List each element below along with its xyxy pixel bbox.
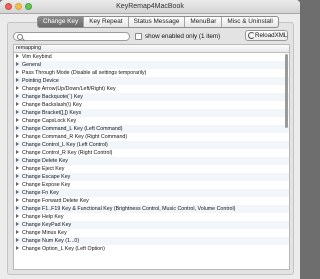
disclosure-triangle-icon[interactable] [16, 126, 19, 130]
disclosure-triangle-icon[interactable] [16, 142, 19, 146]
list-item-label: Change CapsLock Key [22, 118, 77, 124]
list-item-label: Change Help Key [22, 214, 64, 220]
remapping-list: remapping Vim Keybind General Pass Through… [13, 44, 290, 270]
disclosure-triangle-icon[interactable] [16, 118, 19, 122]
list-item[interactable]: Change Backquote(`) Key [14, 93, 289, 101]
list-item-label: Change Eject Key [22, 166, 65, 172]
list-item[interactable]: Change Forward Delete Key [14, 197, 289, 205]
list-item-label: Vim Keybind [22, 54, 52, 60]
list-item[interactable]: Change CapsLock Key [14, 117, 289, 125]
list-item-label: Pass Through Mode (Disable all settings … [22, 70, 147, 76]
reload-xml-button[interactable]: ReloadXML [245, 30, 288, 41]
tab-menubar[interactable]: MenuBar [184, 17, 221, 27]
tab-status-message[interactable]: Status Message [127, 17, 185, 27]
list-item-label: Change Control_R Key (Right Control) [22, 150, 113, 156]
app-window: KeyRemap4MacBook show enabled only (1 it… [0, 0, 300, 279]
show-enabled-only-checkbox[interactable] [135, 33, 142, 40]
list-item-label: Change Fn Key [22, 190, 59, 196]
list-item[interactable]: Change Minus Key [14, 229, 289, 237]
tab-key-repeat[interactable]: Key Repeat [83, 17, 127, 27]
list-item-label: Change F1..F19 Key & Functional Key (Bri… [22, 206, 236, 212]
list-rows: Vim Keybind General Pass Through Mode (Dis… [14, 53, 289, 253]
show-enabled-only-label: show enabled only (1 item) [145, 33, 221, 40]
list-item[interactable]: Change Expose Key [14, 181, 289, 189]
disclosure-triangle-icon[interactable] [16, 94, 19, 98]
list-item[interactable]: Change Command_R Key (Right Command) [14, 133, 289, 141]
window-title: KeyRemap4MacBook [116, 3, 184, 10]
list-item-label: Change Escape Key [22, 174, 71, 180]
disclosure-triangle-icon[interactable] [16, 62, 19, 66]
list-item-label: Change Minus Key [22, 230, 67, 236]
disclosure-triangle-icon[interactable] [16, 190, 19, 194]
reload-xml-label: ReloadXML [255, 32, 288, 39]
list-item[interactable]: Change Help Key [14, 213, 289, 221]
disclosure-triangle-icon[interactable] [16, 198, 19, 202]
list-item-label: Change Num Key (1...0) [22, 238, 80, 244]
disclosure-triangle-icon[interactable] [16, 70, 19, 74]
list-item-label: Change Forward Delete Key [22, 198, 89, 204]
disclosure-triangle-icon[interactable] [16, 134, 19, 138]
list-item-label: Change Arrow(Up/Down/Left/Right) Key [22, 86, 116, 92]
list-item[interactable]: Change F1..F19 Key & Functional Key (Bri… [14, 205, 289, 213]
list-item[interactable]: Vim Keybind [14, 53, 289, 61]
list-item-label: Change Bracket([,]) Keys [22, 110, 82, 116]
search-input[interactable] [13, 32, 130, 41]
list-column-header[interactable]: remapping [14, 45, 289, 53]
disclosure-triangle-icon[interactable] [16, 174, 19, 178]
list-item-label: Change Control_L Key (Left Control) [22, 142, 108, 148]
title-bar: KeyRemap4MacBook [0, 0, 300, 14]
list-item[interactable]: Pointing Device [14, 77, 289, 85]
list-item[interactable]: Change Bracket([,]) Keys [14, 109, 289, 117]
disclosure-triangle-icon[interactable] [16, 150, 19, 154]
list-item-label: Change KeyPad Key [22, 222, 72, 228]
content-pane: show enabled only (1 item) ReloadXML rem… [7, 22, 294, 275]
list-item[interactable]: Change Num Key (1...0) [14, 237, 289, 245]
list-item-label: General [22, 62, 41, 68]
reload-icon [248, 32, 255, 39]
disclosure-triangle-icon[interactable] [16, 222, 19, 226]
disclosure-triangle-icon[interactable] [16, 206, 19, 210]
list-item[interactable]: Change Control_R Key (Right Control) [14, 149, 289, 157]
disclosure-triangle-icon[interactable] [16, 86, 19, 90]
list-item-label: Change Command_L Key (Left Command) [22, 126, 123, 132]
disclosure-triangle-icon[interactable] [16, 246, 19, 250]
tab-bar: Change Key Key Repeat Status Message MenuBa… [37, 16, 279, 28]
disclosure-triangle-icon[interactable] [16, 238, 19, 242]
disclosure-triangle-icon[interactable] [16, 214, 19, 218]
list-item[interactable]: Change Delete Key [14, 157, 289, 165]
list-item-label: Change Expose Key [22, 182, 71, 188]
tab-misc-uninstall[interactable]: Misc & Uninstall [221, 17, 277, 27]
list-item[interactable]: Change Control_L Key (Left Control) [14, 141, 289, 149]
list-item-label: Change Backquote(`) Key [22, 94, 83, 100]
list-item[interactable]: Change Fn Key [14, 189, 289, 197]
list-scrollbar[interactable] [285, 54, 288, 128]
list-item[interactable]: Change Escape Key [14, 173, 289, 181]
list-item-label: Change Command_R Key (Right Command) [22, 134, 128, 140]
disclosure-triangle-icon[interactable] [16, 182, 19, 186]
list-item-label: Pointing Device [22, 78, 59, 84]
disclosure-triangle-icon[interactable] [16, 166, 19, 170]
search-icon [17, 34, 23, 40]
list-item[interactable]: Change Arrow(Up/Down/Left/Right) Key [14, 85, 289, 93]
tab-change-key[interactable]: Change Key [38, 17, 84, 27]
list-item[interactable]: Change Option_L Key (Left Option) [14, 245, 289, 253]
list-item-label: Change Backslash(\) Key [22, 102, 82, 108]
list-item[interactable]: Change Backslash(\) Key [14, 101, 289, 109]
disclosure-triangle-icon[interactable] [16, 78, 19, 82]
list-item-label: Change Delete Key [22, 158, 68, 164]
list-item[interactable]: Change Eject Key [14, 165, 289, 173]
disclosure-triangle-icon[interactable] [16, 110, 19, 114]
list-item[interactable]: Change KeyPad Key [14, 221, 289, 229]
disclosure-triangle-icon[interactable] [16, 54, 19, 58]
disclosure-triangle-icon[interactable] [16, 230, 19, 234]
list-item[interactable]: Pass Through Mode (Disable all settings … [14, 69, 289, 77]
disclosure-triangle-icon[interactable] [16, 158, 19, 162]
list-item[interactable]: Change Command_L Key (Left Command) [14, 125, 289, 133]
list-item-label: Change Option_L Key (Left Option) [22, 246, 105, 252]
list-item[interactable]: General [14, 61, 289, 69]
disclosure-triangle-icon[interactable] [16, 102, 19, 106]
